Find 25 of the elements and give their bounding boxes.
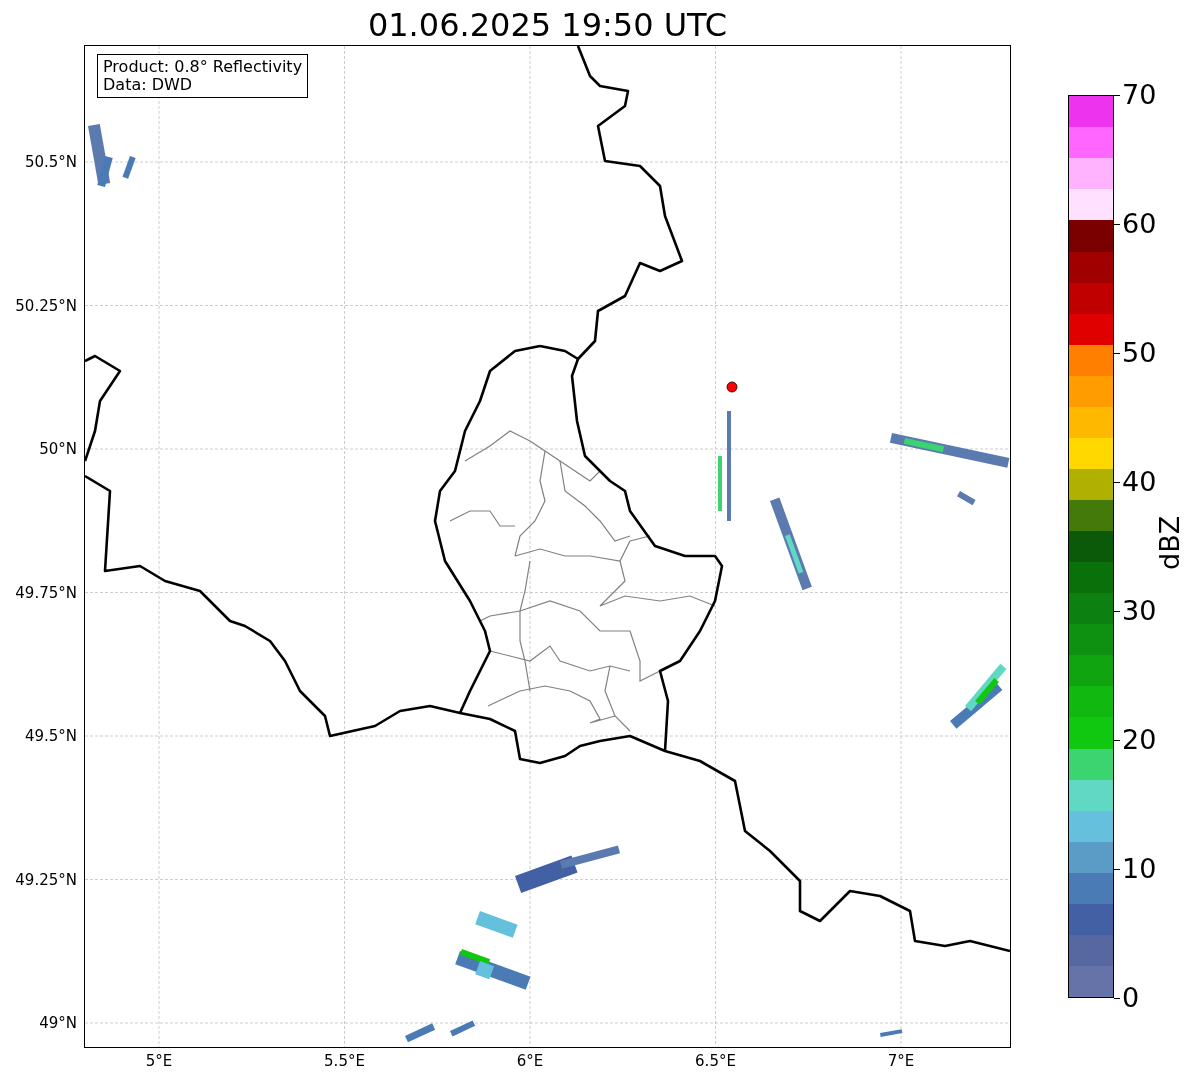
info-text: Data: DWD	[103, 76, 194, 94]
longitude-label: 5.5°E	[324, 1052, 365, 1070]
latitude-label: 50.25°N	[15, 296, 77, 315]
latitude-label: 49.25°N	[15, 870, 77, 889]
longitude-label: 7°E	[887, 1052, 915, 1070]
longitude-label: 6°E	[516, 1052, 544, 1070]
latitude-label: 49.5°N	[24, 727, 77, 745]
longitude-label: 6.5°E	[695, 1052, 736, 1070]
chart-title: 01.06.2025 19:50 UTC	[366, 5, 729, 45]
latitude-label: 49.75°N	[15, 583, 77, 602]
colorbar-tick-label: 70	[1122, 80, 1157, 110]
colorbar-tick-label: 0	[1122, 983, 1140, 1013]
colorbar-tick-label: 50	[1122, 338, 1157, 368]
info-text: Product: 0.8° Reflectivity	[103, 58, 303, 76]
colorbar-label: dBZ	[1154, 515, 1184, 571]
colorbar-tick-label: 60	[1122, 209, 1157, 239]
colorbar-tick-label: 20	[1122, 725, 1157, 755]
longitude-label: 5°E	[145, 1052, 173, 1070]
radar-site-marker	[726, 381, 738, 393]
latitude-label: 49°N	[39, 1014, 77, 1032]
latitude-label: 50°N	[39, 440, 77, 458]
colorbar-tick-label: 30	[1122, 596, 1157, 626]
colorbar-tick-label: 40	[1122, 467, 1157, 497]
colorbar-tick-label: 10	[1122, 854, 1157, 884]
latitude-label: 50.5°N	[24, 153, 77, 171]
